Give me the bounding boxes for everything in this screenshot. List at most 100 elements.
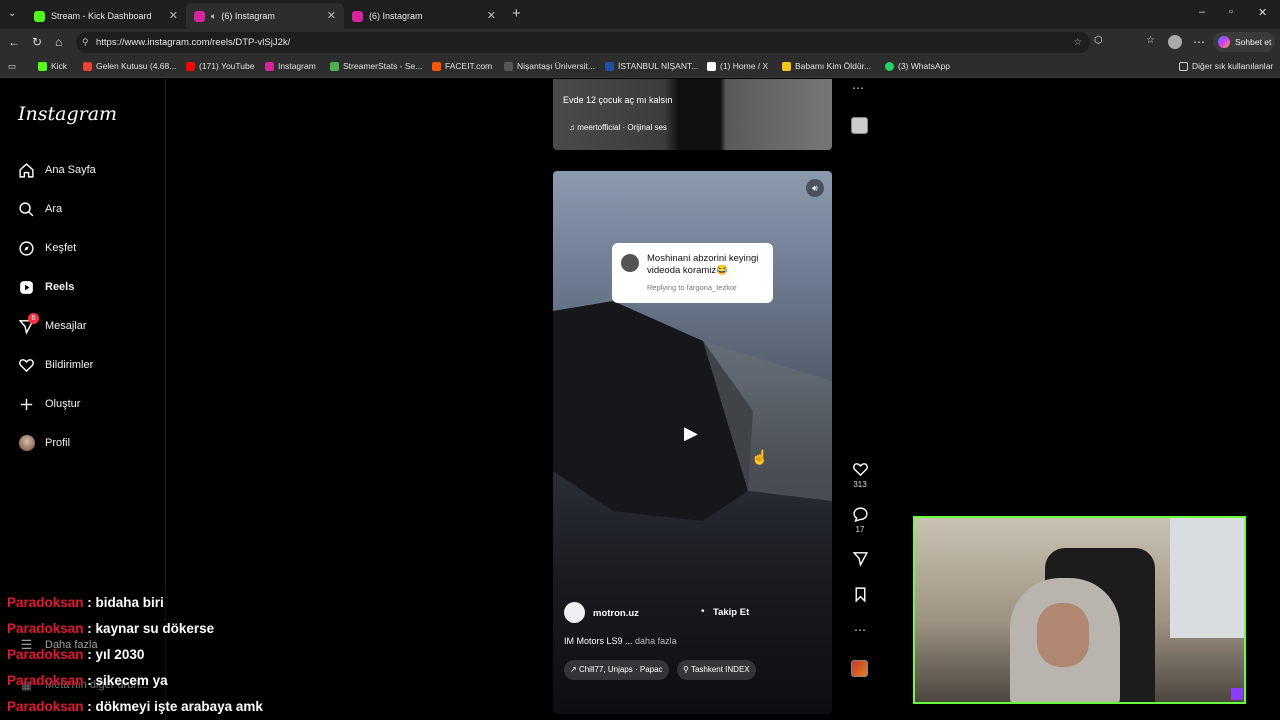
account-name[interactable]: motron.uz (593, 608, 639, 619)
tab-instagram-active[interactable]: 🔈︎ (6) Instagram ✕ (186, 3, 344, 29)
instagram-logo[interactable]: Instagram (18, 103, 117, 125)
more-options-icon[interactable]: ⋯ (852, 81, 864, 95)
car-silhouette (553, 301, 832, 521)
account-avatar[interactable] (564, 602, 585, 623)
comment-text: Moshinani abzorini keyingi videoda koram… (647, 253, 759, 276)
arrow-icon: ↗ (570, 665, 579, 674)
speaker-icon[interactable]: 🔈︎ (211, 11, 216, 22)
bookmark-whatsapp[interactable]: (3) WhatsApp (885, 61, 950, 71)
commenter-avatar (621, 254, 639, 272)
tab-strip: ⌄ Stream - Kick Dashboard ✕ 🔈︎ (6) Insta… (0, 0, 1280, 29)
bookmarks-toggle-icon[interactable]: ▭ (8, 61, 16, 72)
bookmark-streamerstats[interactable]: StreamerStats - Se... (330, 61, 422, 71)
reload-icon[interactable]: ↻ (32, 35, 42, 49)
url-text: https://www.instagram.com/reels/DTP-vlSj… (96, 37, 291, 48)
bookmark-x[interactable]: (1) Home / X (707, 61, 768, 71)
like-count: 313 (853, 480, 867, 489)
reel-audio-chip[interactable]: ↗ Chill77, Unjaps · Papac (564, 660, 669, 680)
plus-icon (18, 396, 35, 413)
sidebar-item-messages[interactable]: 6 Mesajlar (18, 312, 87, 337)
bookmark-istanbul-nisantasi[interactable]: İSTANBUL NİŞANT... (605, 61, 698, 71)
tab-kick[interactable]: Stream - Kick Dashboard ✕ (26, 3, 186, 29)
url-input[interactable]: ⚲ https://www.instagram.com/reels/DTP-vl… (76, 32, 1090, 53)
heart-icon (18, 357, 35, 374)
tab-search-icon[interactable]: ⌄ (8, 8, 16, 19)
chat-message: Paradoksan : bidaha biri (7, 595, 164, 610)
reel-location-chip[interactable]: ⚲ Tashkent INDEX (677, 660, 756, 680)
tab-title: Stream - Kick Dashboard (51, 11, 152, 21)
notification-badge: 6 (28, 312, 39, 324)
close-tab-icon[interactable]: ✕ (327, 9, 336, 22)
more-link[interactable]: daha fazla (635, 636, 677, 646)
bookmark-instagram[interactable]: Instagram (265, 61, 316, 71)
tab-title: (6) Instagram (221, 11, 275, 21)
sidebar-item-notifications[interactable]: Bildirimler (18, 354, 93, 376)
close-window-icon[interactable]: ✕ (1258, 6, 1267, 19)
sidebar-item-reels[interactable]: Reels (18, 276, 74, 298)
webcam-overlay-logo (1231, 688, 1243, 700)
more-dots-icon: ⋯ (854, 623, 866, 637)
bookmark-nisantasi[interactable]: Nişantaşı Üniversit... (504, 61, 595, 71)
favorite-star-icon[interactable]: ☆ (1073, 32, 1082, 53)
current-reel-video[interactable]: 🔊︎ Moshinani abzorini keyingi videoda ko… (553, 171, 832, 714)
bookmark-icon (855, 587, 865, 603)
kick-icon (38, 61, 47, 71)
bookmark-youtube[interactable]: (171) YouTube (186, 61, 254, 71)
play-icon[interactable]: ▶ (684, 423, 698, 444)
audio-thumbnail[interactable] (851, 117, 868, 134)
mouse-cursor-icon: ☝ (751, 449, 769, 465)
maximize-icon[interactable]: ▫ (1229, 6, 1233, 18)
save-button[interactable] (850, 586, 870, 605)
more-options-button[interactable]: ⋯ (850, 623, 870, 637)
site-info-icon[interactable]: ⚲ (82, 32, 89, 53)
chat-message: Paradoksan : dökmeyi işte arabaya amk (7, 699, 263, 714)
share-button[interactable] (850, 550, 870, 569)
tab-title: (6) Instagram (369, 11, 423, 21)
webcam-person-face (1037, 603, 1089, 667)
university-icon (605, 61, 614, 71)
reel-caption: Evde 12 çocuk aç mı kalsın (563, 95, 673, 105)
bookmarks-bar: ▭ Kick Gelen Kutusu (4.68... (171) YouTu… (0, 56, 1280, 78)
messenger-icon: 6 (18, 312, 39, 335)
menu-dots-icon[interactable]: ⋯ (1193, 35, 1205, 49)
new-tab-icon[interactable]: + (512, 5, 521, 22)
comment-reply-to: Replying to fargona_tezkor (647, 283, 737, 292)
bookmark-gmail[interactable]: Gelen Kutusu (4.68... (83, 61, 176, 71)
bookmark-faceit[interactable]: FACEIT.com (432, 61, 492, 71)
chat-message: Paradoksan : sikecem ya (7, 673, 168, 688)
sidebar-item-search[interactable]: Ara (18, 198, 62, 220)
reel-audio[interactable]: ♫ meertofficial · Orijinal ses (569, 123, 667, 132)
faceit-icon (432, 61, 441, 71)
bookmark-babami[interactable]: Babamı Kim Öldür... (782, 61, 871, 71)
follow-button[interactable]: Takip Et (713, 607, 749, 618)
comment-button[interactable]: 17 (850, 506, 870, 534)
tab-instagram[interactable]: (6) Instagram ✕ (344, 3, 504, 29)
youtube-icon (186, 61, 195, 71)
bookmark-kick[interactable]: Kick (38, 61, 67, 71)
sidebar-item-profile[interactable]: Profil (18, 432, 70, 454)
previous-reel-video[interactable]: Evde 12 çocuk aç mı kalsın ♫ meertoffici… (553, 79, 832, 150)
page-icon (504, 61, 513, 71)
paper-plane-icon (852, 552, 868, 567)
extensions-icon[interactable]: ⬡ (1094, 35, 1103, 46)
collections-icon[interactable]: ☆ (1146, 35, 1155, 46)
x-icon (707, 61, 716, 71)
other-bookmarks-folder[interactable]: Diğer sık kullanılanlar (1179, 61, 1273, 71)
instagram-icon (265, 61, 274, 71)
sidebar-item-explore[interactable]: Keşfet (18, 237, 76, 259)
minimize-icon[interactable]: – (1199, 6, 1205, 18)
like-button[interactable]: 313 (850, 461, 870, 489)
compass-icon (18, 240, 35, 257)
sidebar-item-create[interactable]: Oluştur (18, 393, 80, 415)
sidebar-item-home[interactable]: Ana Sayfa (18, 159, 96, 181)
instagram-favicon-icon (194, 10, 205, 22)
close-tab-icon[interactable]: ✕ (487, 9, 496, 22)
audio-thumbnail[interactable] (851, 660, 868, 677)
profile-avatar[interactable] (1168, 35, 1182, 49)
back-icon[interactable]: ← (8, 35, 20, 49)
kick-favicon-icon (34, 10, 45, 22)
mute-toggle-icon[interactable]: 🔊︎ (806, 179, 824, 197)
close-tab-icon[interactable]: ✕ (169, 9, 178, 22)
copilot-chat-button[interactable]: Sohbet et (1213, 32, 1275, 52)
home-icon[interactable]: ⌂ (55, 35, 62, 49)
